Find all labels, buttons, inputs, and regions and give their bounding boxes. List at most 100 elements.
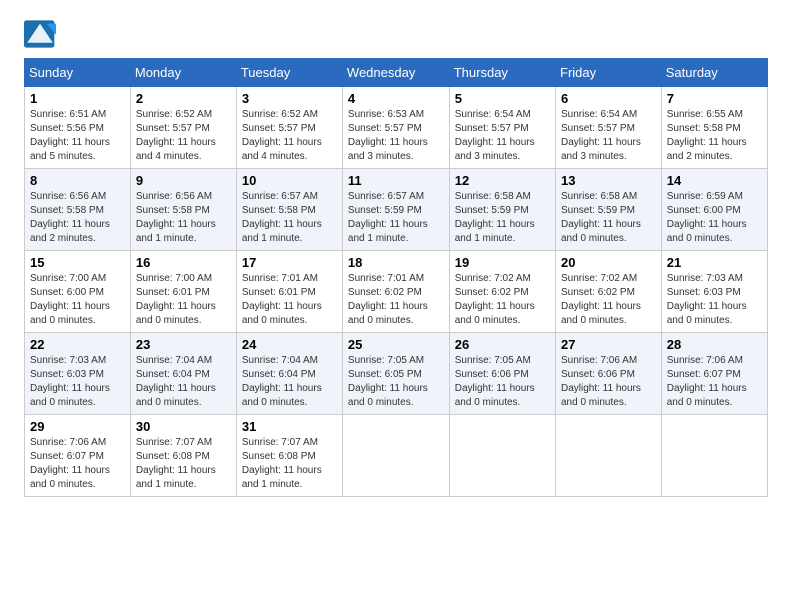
day-info: Sunrise: 7:06 AM Sunset: 6:06 PM Dayligh… (561, 354, 656, 410)
day-info: Sunrise: 7:00 AM Sunset: 6:01 PM Dayligh… (136, 272, 231, 328)
day-info: Sunrise: 7:01 AM Sunset: 6:02 PM Dayligh… (348, 272, 444, 328)
calendar-cell: 18 Sunrise: 7:01 AM Sunset: 6:02 PM Dayl… (342, 251, 449, 333)
calendar-week-row: 8 Sunrise: 6:56 AM Sunset: 5:58 PM Dayli… (25, 169, 768, 251)
day-info: Sunrise: 7:04 AM Sunset: 6:04 PM Dayligh… (136, 354, 231, 410)
day-info: Sunrise: 6:56 AM Sunset: 5:58 PM Dayligh… (30, 190, 125, 246)
day-number: 25 (348, 337, 444, 352)
day-info: Sunrise: 6:52 AM Sunset: 5:57 PM Dayligh… (136, 108, 231, 164)
day-info: Sunrise: 7:02 AM Sunset: 6:02 PM Dayligh… (455, 272, 550, 328)
logo-icon (24, 20, 56, 48)
day-info: Sunrise: 6:58 AM Sunset: 5:59 PM Dayligh… (561, 190, 656, 246)
calendar-cell: 16 Sunrise: 7:00 AM Sunset: 6:01 PM Dayl… (130, 251, 236, 333)
calendar-cell: 7 Sunrise: 6:55 AM Sunset: 5:58 PM Dayli… (661, 87, 767, 169)
day-info: Sunrise: 6:54 AM Sunset: 5:57 PM Dayligh… (561, 108, 656, 164)
calendar-cell: 5 Sunrise: 6:54 AM Sunset: 5:57 PM Dayli… (449, 87, 555, 169)
day-number: 20 (561, 255, 656, 270)
day-number: 27 (561, 337, 656, 352)
col-header-monday: Monday (130, 59, 236, 87)
day-number: 18 (348, 255, 444, 270)
calendar-cell: 17 Sunrise: 7:01 AM Sunset: 6:01 PM Dayl… (236, 251, 342, 333)
calendar-cell: 3 Sunrise: 6:52 AM Sunset: 5:57 PM Dayli… (236, 87, 342, 169)
day-number: 15 (30, 255, 125, 270)
day-number: 17 (242, 255, 337, 270)
day-info: Sunrise: 7:04 AM Sunset: 6:04 PM Dayligh… (242, 354, 337, 410)
day-number: 26 (455, 337, 550, 352)
day-info: Sunrise: 7:07 AM Sunset: 6:08 PM Dayligh… (242, 436, 337, 492)
day-info: Sunrise: 7:05 AM Sunset: 6:05 PM Dayligh… (348, 354, 444, 410)
calendar-cell: 4 Sunrise: 6:53 AM Sunset: 5:57 PM Dayli… (342, 87, 449, 169)
day-info: Sunrise: 6:51 AM Sunset: 5:56 PM Dayligh… (30, 108, 125, 164)
day-info: Sunrise: 6:56 AM Sunset: 5:58 PM Dayligh… (136, 190, 231, 246)
calendar-cell: 22 Sunrise: 7:03 AM Sunset: 6:03 PM Dayl… (25, 333, 131, 415)
day-info: Sunrise: 7:00 AM Sunset: 6:00 PM Dayligh… (30, 272, 125, 328)
calendar-cell: 28 Sunrise: 7:06 AM Sunset: 6:07 PM Dayl… (661, 333, 767, 415)
day-info: Sunrise: 6:55 AM Sunset: 5:58 PM Dayligh… (667, 108, 762, 164)
calendar-cell: 23 Sunrise: 7:04 AM Sunset: 6:04 PM Dayl… (130, 333, 236, 415)
calendar-cell: 13 Sunrise: 6:58 AM Sunset: 5:59 PM Dayl… (556, 169, 662, 251)
calendar-header-row: SundayMondayTuesdayWednesdayThursdayFrid… (25, 59, 768, 87)
day-number: 14 (667, 173, 762, 188)
calendar-cell: 30 Sunrise: 7:07 AM Sunset: 6:08 PM Dayl… (130, 415, 236, 497)
day-number: 21 (667, 255, 762, 270)
day-number: 7 (667, 91, 762, 106)
calendar-cell: 31 Sunrise: 7:07 AM Sunset: 6:08 PM Dayl… (236, 415, 342, 497)
day-info: Sunrise: 6:57 AM Sunset: 5:58 PM Dayligh… (242, 190, 337, 246)
calendar-week-row: 22 Sunrise: 7:03 AM Sunset: 6:03 PM Dayl… (25, 333, 768, 415)
logo (24, 20, 60, 48)
day-number: 13 (561, 173, 656, 188)
calendar-cell: 29 Sunrise: 7:06 AM Sunset: 6:07 PM Dayl… (25, 415, 131, 497)
day-number: 12 (455, 173, 550, 188)
day-number: 30 (136, 419, 231, 434)
day-info: Sunrise: 7:07 AM Sunset: 6:08 PM Dayligh… (136, 436, 231, 492)
day-info: Sunrise: 6:57 AM Sunset: 5:59 PM Dayligh… (348, 190, 444, 246)
day-number: 22 (30, 337, 125, 352)
day-number: 1 (30, 91, 125, 106)
page-header (24, 20, 768, 48)
calendar-cell: 21 Sunrise: 7:03 AM Sunset: 6:03 PM Dayl… (661, 251, 767, 333)
day-number: 16 (136, 255, 231, 270)
calendar-cell: 8 Sunrise: 6:56 AM Sunset: 5:58 PM Dayli… (25, 169, 131, 251)
calendar-week-row: 29 Sunrise: 7:06 AM Sunset: 6:07 PM Dayl… (25, 415, 768, 497)
calendar-cell: 20 Sunrise: 7:02 AM Sunset: 6:02 PM Dayl… (556, 251, 662, 333)
calendar-cell: 15 Sunrise: 7:00 AM Sunset: 6:00 PM Dayl… (25, 251, 131, 333)
day-number: 19 (455, 255, 550, 270)
calendar-cell: 27 Sunrise: 7:06 AM Sunset: 6:06 PM Dayl… (556, 333, 662, 415)
day-info: Sunrise: 6:58 AM Sunset: 5:59 PM Dayligh… (455, 190, 550, 246)
col-header-sunday: Sunday (25, 59, 131, 87)
day-info: Sunrise: 7:02 AM Sunset: 6:02 PM Dayligh… (561, 272, 656, 328)
col-header-wednesday: Wednesday (342, 59, 449, 87)
day-number: 4 (348, 91, 444, 106)
calendar-cell: 11 Sunrise: 6:57 AM Sunset: 5:59 PM Dayl… (342, 169, 449, 251)
calendar-cell (661, 415, 767, 497)
calendar-cell: 14 Sunrise: 6:59 AM Sunset: 6:00 PM Dayl… (661, 169, 767, 251)
col-header-saturday: Saturday (661, 59, 767, 87)
day-number: 23 (136, 337, 231, 352)
day-info: Sunrise: 6:59 AM Sunset: 6:00 PM Dayligh… (667, 190, 762, 246)
day-info: Sunrise: 7:06 AM Sunset: 6:07 PM Dayligh… (667, 354, 762, 410)
day-number: 29 (30, 419, 125, 434)
day-number: 28 (667, 337, 762, 352)
day-number: 3 (242, 91, 337, 106)
calendar-cell: 24 Sunrise: 7:04 AM Sunset: 6:04 PM Dayl… (236, 333, 342, 415)
day-info: Sunrise: 6:53 AM Sunset: 5:57 PM Dayligh… (348, 108, 444, 164)
calendar-cell: 26 Sunrise: 7:05 AM Sunset: 6:06 PM Dayl… (449, 333, 555, 415)
calendar-cell (449, 415, 555, 497)
calendar-cell: 2 Sunrise: 6:52 AM Sunset: 5:57 PM Dayli… (130, 87, 236, 169)
day-info: Sunrise: 6:54 AM Sunset: 5:57 PM Dayligh… (455, 108, 550, 164)
calendar-cell: 1 Sunrise: 6:51 AM Sunset: 5:56 PM Dayli… (25, 87, 131, 169)
day-number: 10 (242, 173, 337, 188)
calendar-cell: 9 Sunrise: 6:56 AM Sunset: 5:58 PM Dayli… (130, 169, 236, 251)
day-info: Sunrise: 7:06 AM Sunset: 6:07 PM Dayligh… (30, 436, 125, 492)
calendar-cell: 6 Sunrise: 6:54 AM Sunset: 5:57 PM Dayli… (556, 87, 662, 169)
day-number: 8 (30, 173, 125, 188)
calendar-cell (342, 415, 449, 497)
calendar-week-row: 1 Sunrise: 6:51 AM Sunset: 5:56 PM Dayli… (25, 87, 768, 169)
day-info: Sunrise: 7:03 AM Sunset: 6:03 PM Dayligh… (667, 272, 762, 328)
day-number: 11 (348, 173, 444, 188)
calendar-cell: 12 Sunrise: 6:58 AM Sunset: 5:59 PM Dayl… (449, 169, 555, 251)
day-number: 6 (561, 91, 656, 106)
day-number: 2 (136, 91, 231, 106)
day-info: Sunrise: 7:01 AM Sunset: 6:01 PM Dayligh… (242, 272, 337, 328)
col-header-friday: Friday (556, 59, 662, 87)
col-header-tuesday: Tuesday (236, 59, 342, 87)
